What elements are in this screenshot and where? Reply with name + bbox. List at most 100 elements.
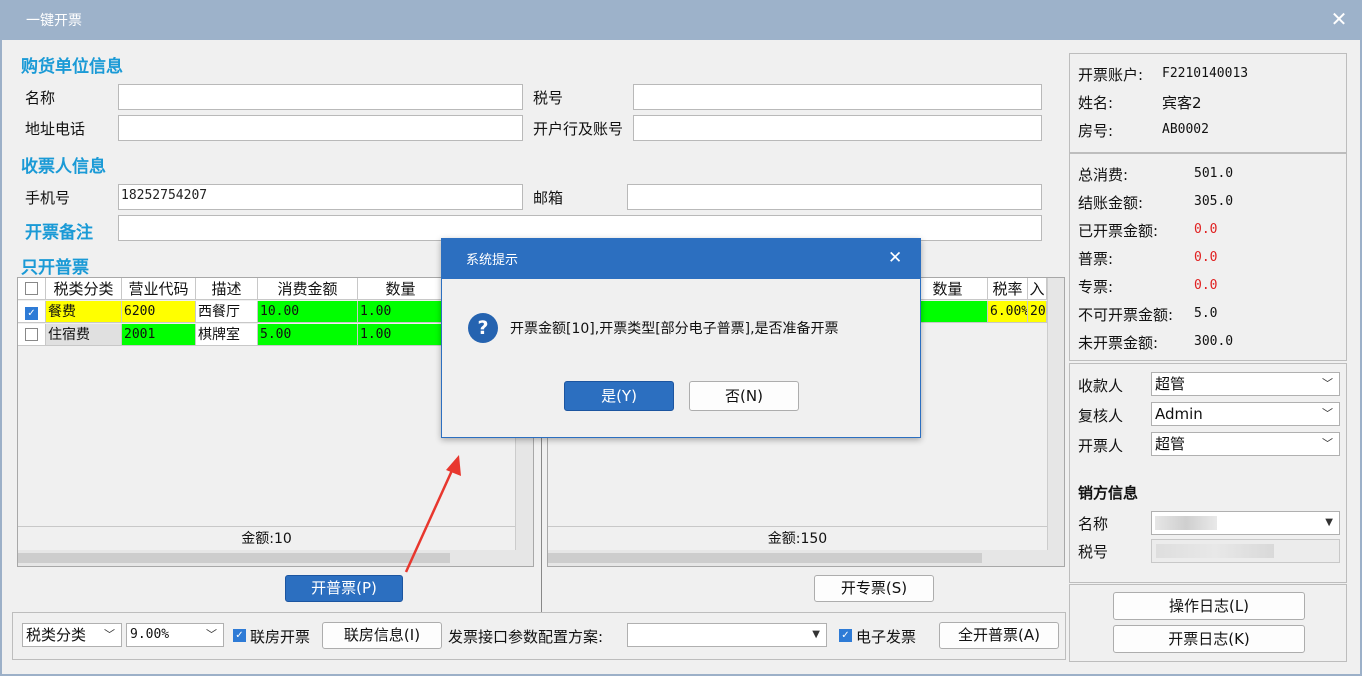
row-1-qty[interactable]: 1.00	[358, 301, 444, 323]
row-1-code[interactable]: 6200	[122, 301, 196, 323]
non-invoiceable-value: 5.0	[1194, 306, 1218, 321]
guest-name-label: 姓名:	[1078, 94, 1114, 112]
buyer-tax-input[interactable]	[633, 84, 1042, 110]
row-2-qty[interactable]: 1.00	[358, 324, 444, 346]
rate-select-value: 9.00%	[130, 627, 170, 642]
right-grid-vscroll[interactable]	[1047, 278, 1064, 550]
invoiced-amount-label: 已开票金额:	[1078, 222, 1159, 240]
issue-all-plain-button[interactable]: 全开普票(A)	[939, 622, 1059, 649]
row-2-desc[interactable]: 棋牌室	[196, 324, 258, 346]
dialog-yes-button[interactable]: 是(Y)	[564, 381, 674, 411]
reviewer-select[interactable]: Admin ﹀	[1151, 402, 1340, 426]
left-grid-hscroll-thumb[interactable]	[18, 553, 450, 563]
right-row-1-rate[interactable]: 6.00%	[988, 301, 1028, 323]
header-extra: 入	[1028, 278, 1047, 300]
invoiced-amount-value: 0.0	[1194, 222, 1218, 237]
right-grid-hscroll[interactable]	[548, 550, 1064, 566]
row-2-checkbox[interactable]	[25, 328, 38, 341]
rate-select[interactable]: 9.00% ﹀	[126, 623, 224, 647]
buyer-section-title: 购货单位信息	[21, 57, 123, 77]
annotation-arrow-head	[446, 455, 461, 476]
uninvoiced-amount-value: 300.0	[1194, 334, 1234, 349]
einvoice-label: 电子发票	[856, 628, 917, 646]
annotation-arrow-shaft	[404, 465, 456, 573]
chevron-down-icon: ﹀	[1322, 407, 1333, 420]
room-value: AB0002	[1162, 122, 1209, 137]
special-invoice-amount-label: 专票:	[1078, 278, 1114, 296]
linked-invoice-checkbox[interactable]: ✓	[233, 629, 246, 642]
header-desc: 描述	[196, 278, 258, 300]
account-label: 开票账户:	[1078, 66, 1144, 84]
email-input[interactable]	[627, 184, 1042, 210]
buyer-tax-label: 税号	[533, 89, 564, 107]
seller-section-title: 销方信息	[1078, 484, 1139, 502]
row-1-checkbox[interactable]: ✓	[25, 307, 38, 320]
seller-tax-label: 税号	[1078, 543, 1109, 561]
right-grid-hscroll-thumb[interactable]	[548, 553, 982, 563]
row-1-amount[interactable]: 10.00	[258, 301, 358, 323]
window-title: 一键开票	[26, 13, 82, 29]
total-consumption-value: 501.0	[1194, 166, 1234, 181]
dialog-message: 开票金额[10],开票类型[部分电子普票],是否准备开票	[510, 321, 839, 337]
room-label: 房号:	[1078, 122, 1114, 140]
category-select[interactable]: 税类分类 ﹀	[22, 623, 122, 647]
buyer-name-label: 名称	[25, 89, 56, 107]
row-2-category[interactable]: 住宿费	[46, 324, 122, 346]
issue-special-invoice-button[interactable]: 开专票(S)	[814, 575, 934, 602]
blurred-seller-tax	[1156, 544, 1274, 558]
buyer-name-input[interactable]	[118, 84, 523, 110]
blurred-seller-name	[1155, 516, 1217, 530]
chevron-down-icon: ﹀	[1322, 377, 1333, 390]
special-invoice-amount-value: 0.0	[1194, 278, 1218, 293]
row-2-amount[interactable]: 5.00	[258, 324, 358, 346]
config-select[interactable]: ▼	[627, 623, 827, 647]
header-code: 营业代码	[122, 278, 196, 300]
plain-invoice-amount-label: 普票:	[1078, 250, 1114, 268]
right-row-1-extra[interactable]: 20	[1028, 301, 1047, 323]
row-1-desc[interactable]: 西餐厅	[196, 301, 258, 323]
drawer-select[interactable]: 超管 ﹀	[1151, 432, 1340, 456]
chevron-down-icon: ﹀	[1322, 437, 1333, 450]
total-consumption-label: 总消费:	[1078, 166, 1129, 184]
phone-input[interactable]: 18252754207	[118, 184, 523, 210]
config-label: 发票接口参数配置方案:	[448, 628, 604, 646]
seller-name-select[interactable]: ▼	[1151, 511, 1340, 535]
seller-tax-field[interactable]	[1151, 539, 1340, 563]
payee-select-value: 超管	[1155, 375, 1186, 393]
dialog-body	[442, 279, 920, 437]
buyer-address-input[interactable]	[118, 115, 523, 141]
issue-plain-invoice-button[interactable]: 开普票(P)	[285, 575, 403, 602]
einvoice-checkbox[interactable]: ✓	[839, 629, 852, 642]
account-value: F2210140013	[1162, 66, 1249, 81]
header-select-all[interactable]	[18, 278, 46, 300]
row-1-category[interactable]: 餐费	[46, 301, 122, 323]
row-2-code[interactable]: 2001	[122, 324, 196, 346]
row-2-checkbox-cell[interactable]	[18, 324, 46, 346]
remark-label: 开票备注	[25, 223, 93, 243]
guest-name-value: 宾客2	[1162, 94, 1202, 112]
close-icon[interactable]: ✕	[1328, 8, 1350, 30]
operation-log-button[interactable]: 操作日志(L)	[1113, 592, 1305, 620]
payee-select[interactable]: 超管 ﹀	[1151, 372, 1340, 396]
header-category: 税类分类	[46, 278, 122, 300]
buyer-bank-label: 开户行及账号	[533, 120, 624, 138]
checkout-amount-label: 结账金额:	[1078, 194, 1144, 212]
category-select-value: 税类分类	[26, 626, 87, 644]
drawer-label: 开票人	[1078, 437, 1124, 455]
title-bar	[0, 0, 1362, 40]
linked-invoice-label: 联房开票	[250, 628, 311, 646]
dialog-close-icon[interactable]: ✕	[888, 248, 902, 268]
drawer-select-value: 超管	[1155, 435, 1186, 453]
reviewer-select-value: Admin	[1155, 405, 1203, 423]
seller-name-label: 名称	[1078, 515, 1109, 533]
row-1-checkbox-cell[interactable]: ✓	[18, 301, 46, 323]
confirm-dialog: 系统提示 ✕ ? 开票金额[10],开票类型[部分电子普票],是否准备开票 是(…	[441, 238, 921, 438]
dialog-no-button[interactable]: 否(N)	[689, 381, 799, 411]
select-all-checkbox[interactable]	[25, 282, 38, 295]
invoice-log-button[interactable]: 开票日志(K)	[1113, 625, 1305, 653]
buyer-bank-input[interactable]	[633, 115, 1042, 141]
right-grid-total: 金额:150	[548, 526, 1047, 550]
receiver-section-title: 收票人信息	[21, 157, 106, 177]
linked-info-button[interactable]: 联房信息(I)	[322, 622, 442, 649]
header-amount: 消费金额	[258, 278, 358, 300]
